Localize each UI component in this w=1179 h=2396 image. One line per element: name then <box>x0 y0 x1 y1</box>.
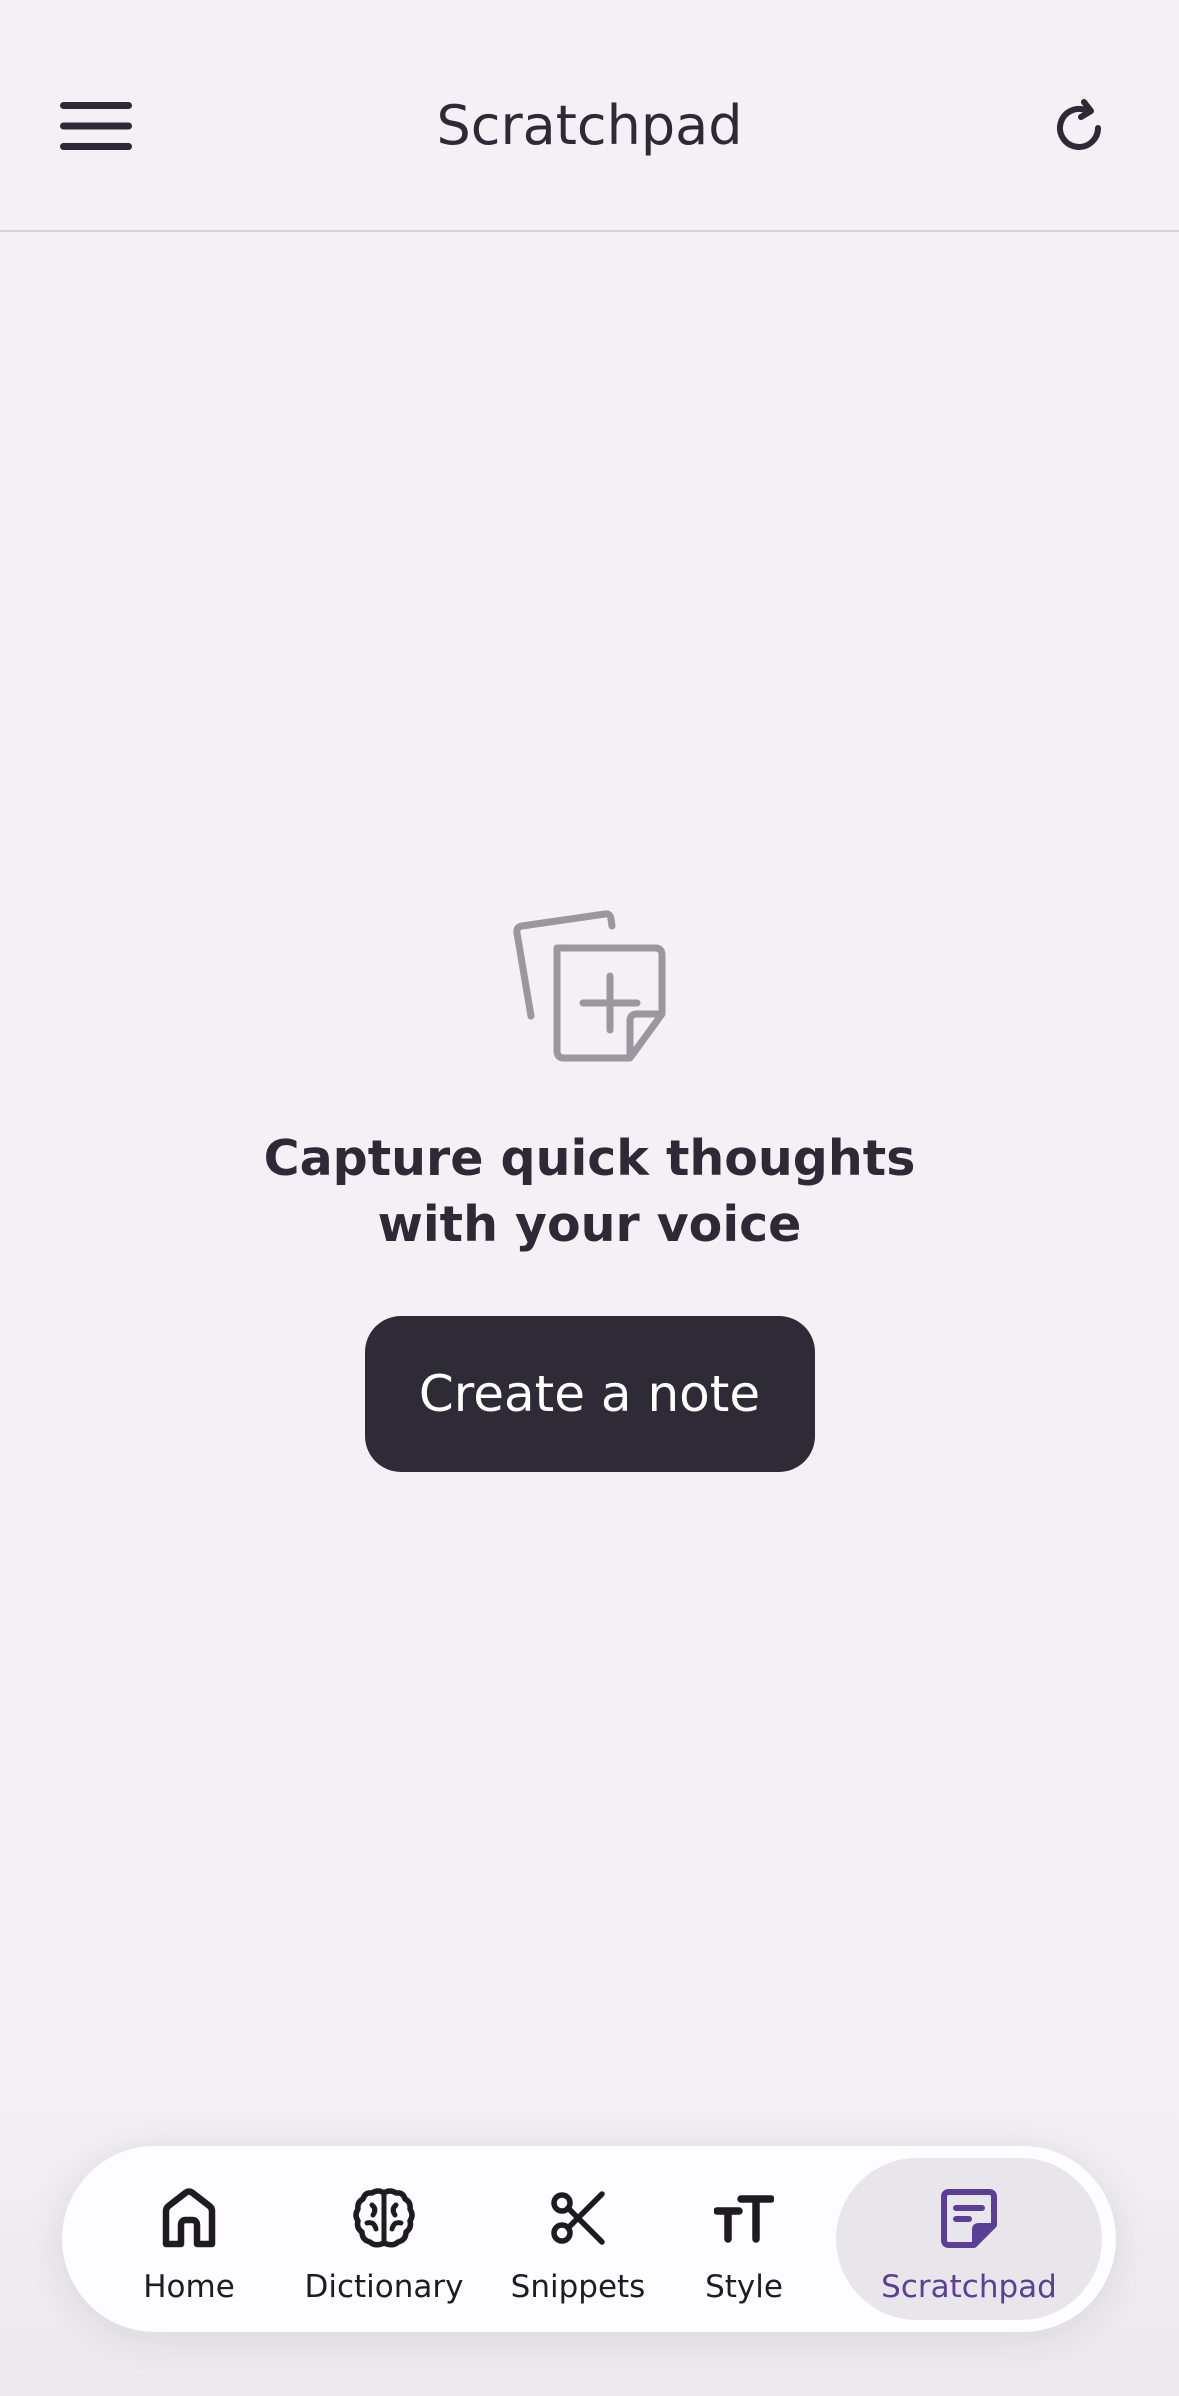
nav-label-snippets: Snippets <box>510 2269 646 2305</box>
add-note-icon <box>512 910 665 1062</box>
note-icon <box>937 2186 1001 2250</box>
nav-label-style: Style <box>705 2269 783 2305</box>
nav-label-scratchpad: Scratchpad <box>881 2269 1057 2305</box>
create-note-button[interactable]: Create a note <box>364 1316 815 1472</box>
app-header: Scratchpad <box>0 0 1179 232</box>
text-size-icon <box>712 2186 776 2250</box>
nav-item-scratchpad[interactable]: Scratchpad <box>836 2158 1102 2320</box>
menu-button[interactable] <box>44 84 148 168</box>
empty-state: Capture quick thoughts with your voice C… <box>0 906 1179 1472</box>
home-icon <box>157 2186 221 2250</box>
nav-label-dictionary: Dictionary <box>304 2269 464 2305</box>
refresh-button[interactable] <box>1034 86 1130 170</box>
page-title: Scratchpad <box>436 94 743 157</box>
bottom-navigation: Home Dictionary Snippets Style Scratchpa… <box>62 2146 1116 2332</box>
nav-item-dictionary[interactable]: Dictionary <box>294 2158 474 2320</box>
nav-item-snippets[interactable]: Snippets <box>498 2158 658 2320</box>
nav-label-home: Home <box>143 2269 235 2305</box>
nav-item-style[interactable]: Style <box>684 2158 804 2320</box>
refresh-icon <box>1057 99 1101 150</box>
empty-state-heading: Capture quick thoughts with your voice <box>263 1130 916 1253</box>
hamburger-menu-icon <box>60 102 132 150</box>
nav-item-home[interactable]: Home <box>114 2158 264 2320</box>
scissors-icon <box>546 2186 610 2250</box>
brain-icon <box>352 2186 416 2250</box>
